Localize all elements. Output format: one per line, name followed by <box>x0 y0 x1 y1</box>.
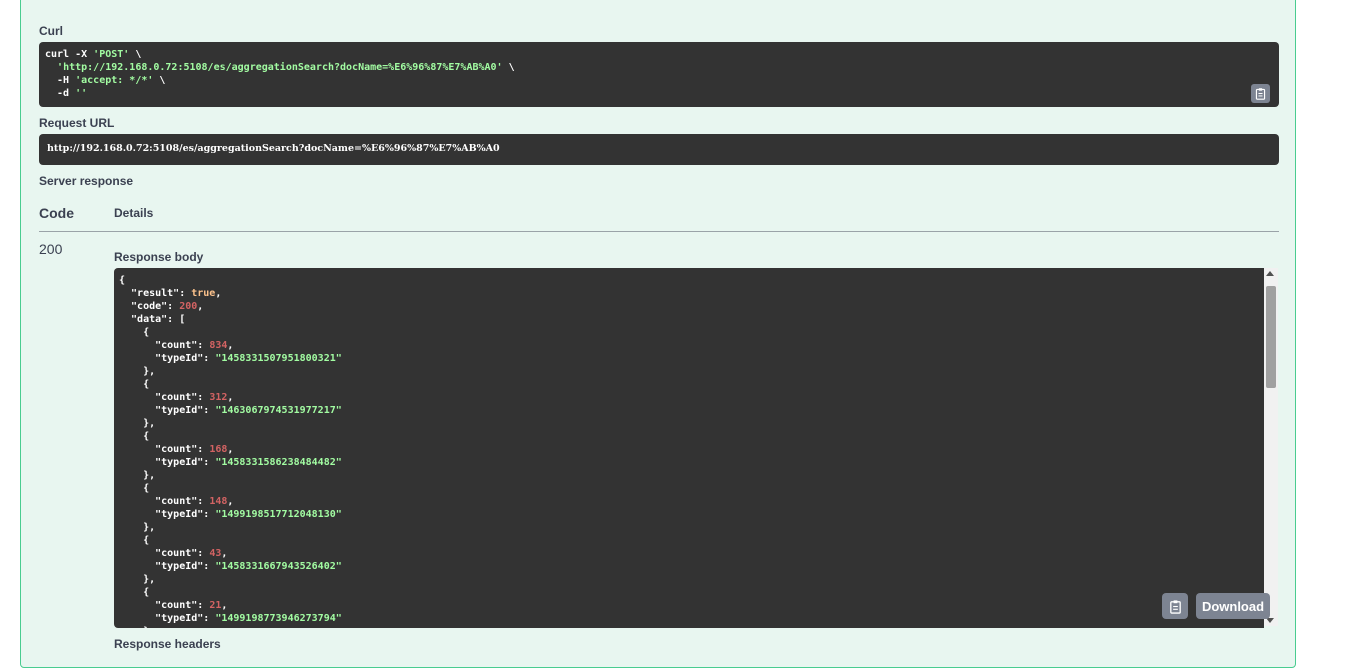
json-typeid-value: "1463067974531977217" <box>215 405 342 416</box>
json-count-value: 834 <box>209 340 228 351</box>
json-count-value: 43 <box>209 548 222 559</box>
request-url-label: Request URL <box>39 116 115 130</box>
scrollbar-thumb[interactable] <box>1266 286 1276 388</box>
details-column-header: Details <box>114 206 154 220</box>
response-copy-button[interactable] <box>1162 593 1188 619</box>
json-result-value: true <box>191 288 216 299</box>
download-button[interactable]: Download <box>1196 593 1270 619</box>
clipboard-icon <box>1255 88 1266 100</box>
curl-command[interactable]: curl -X 'POST' \ 'http://192.168.0.72:51… <box>39 42 1279 106</box>
response-headers-label: Response headers <box>114 637 221 651</box>
server-response-label: Server response <box>39 174 134 188</box>
response-body[interactable]: { "result": true, "code": 200, "data": [… <box>114 268 1264 628</box>
json-code-value: 200 <box>179 301 198 312</box>
request-url-box: http://192.168.0.72:5108/es/aggregationS… <box>39 134 1279 165</box>
code-column-header: Code <box>39 205 74 221</box>
curl-copy-button[interactable] <box>1251 84 1270 103</box>
json-typeid-value: "1458331586238484482" <box>215 457 342 468</box>
json-typeid-value: "1499198773946273794" <box>215 613 342 624</box>
curl-label: Curl <box>39 24 63 38</box>
json-typeid-value: "1458331507951800321" <box>215 353 342 364</box>
json-typeid-value: "1499198517712048130" <box>215 509 342 520</box>
json-count-value: 168 <box>209 444 228 455</box>
response-json: { "result": true, "code": 200, "data": [… <box>119 275 342 628</box>
scroll-up-arrow-icon[interactable] <box>1266 271 1274 276</box>
json-count-value: 21 <box>209 600 222 611</box>
response-table-divider <box>39 231 1279 232</box>
status-code: 200 <box>39 241 63 257</box>
request-url-value[interactable]: http://192.168.0.72:5108/es/aggregationS… <box>47 143 500 154</box>
json-count-value: 312 <box>209 392 228 403</box>
clipboard-icon <box>1169 599 1181 614</box>
json-count-value: 148 <box>209 496 228 507</box>
json-typeid-value: "1458331667943526402" <box>215 561 342 572</box>
curl-code-box: curl -X 'POST' \ 'http://192.168.0.72:51… <box>39 42 1279 107</box>
response-body-label: Response body <box>114 250 204 264</box>
